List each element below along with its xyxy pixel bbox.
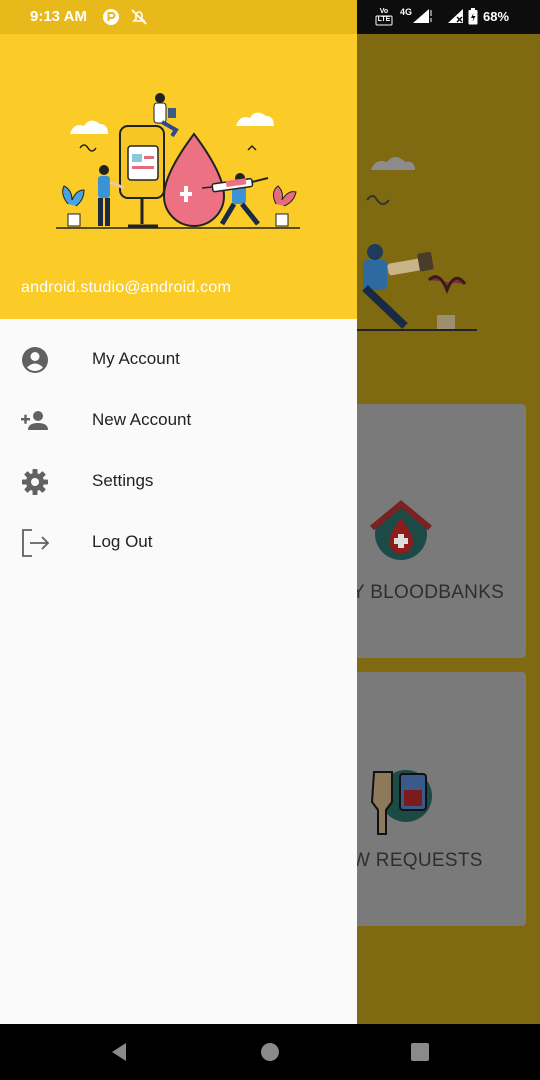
back-icon[interactable] [106,1038,134,1066]
system-navigation-bar [0,1024,540,1080]
bloodbanks-card[interactable]: Y BLOODBANKS [340,404,526,658]
home-icon[interactable] [256,1038,284,1066]
battery-icon [468,8,478,25]
person-add-icon [21,411,48,430]
bloodbank-icon [370,500,432,560]
menu-item-label: Settings [92,471,154,490]
account-circle-icon [22,347,48,373]
recents-icon[interactable] [406,1038,434,1066]
notifications-off-icon [131,9,147,25]
drawer-header: android.studio@android.com [0,0,357,319]
requests-card-label: W REQUESTS [352,850,483,871]
menu-item-log-out[interactable]: Log Out [0,513,357,574]
gear-icon [22,469,48,495]
status-time: 9:13 AM [30,8,87,25]
blood-request-icon [370,770,432,835]
navigation-drawer: android.studio@android.com My Account Ne… [0,0,357,1024]
blood-donation-illustration [56,93,300,229]
menu-item-new-account[interactable]: New Account [0,391,357,452]
volte-text: Vo LTE [377,8,391,23]
menu-item-label: My Account [92,349,180,368]
menu-item-settings[interactable]: Settings [0,452,357,513]
4g-signal-icon [413,9,432,23]
logout-icon [22,529,50,557]
menu-item-label: Log Out [92,532,153,551]
header-illustration-partial [357,157,477,331]
user-email: android.studio@android.com [21,279,232,296]
menu-item-label: New Account [92,410,192,429]
battery-percentage: 68% [483,9,510,24]
signal-icon [448,9,463,23]
requests-card[interactable]: W REQUESTS [340,672,526,926]
status-bar: 9:13 AM Vo LTE 4G 68% [0,0,540,34]
menu-item-my-account[interactable]: My Account [0,330,357,391]
parking-icon [103,9,119,25]
bloodbanks-card-label: Y BLOODBANKS [352,582,505,603]
